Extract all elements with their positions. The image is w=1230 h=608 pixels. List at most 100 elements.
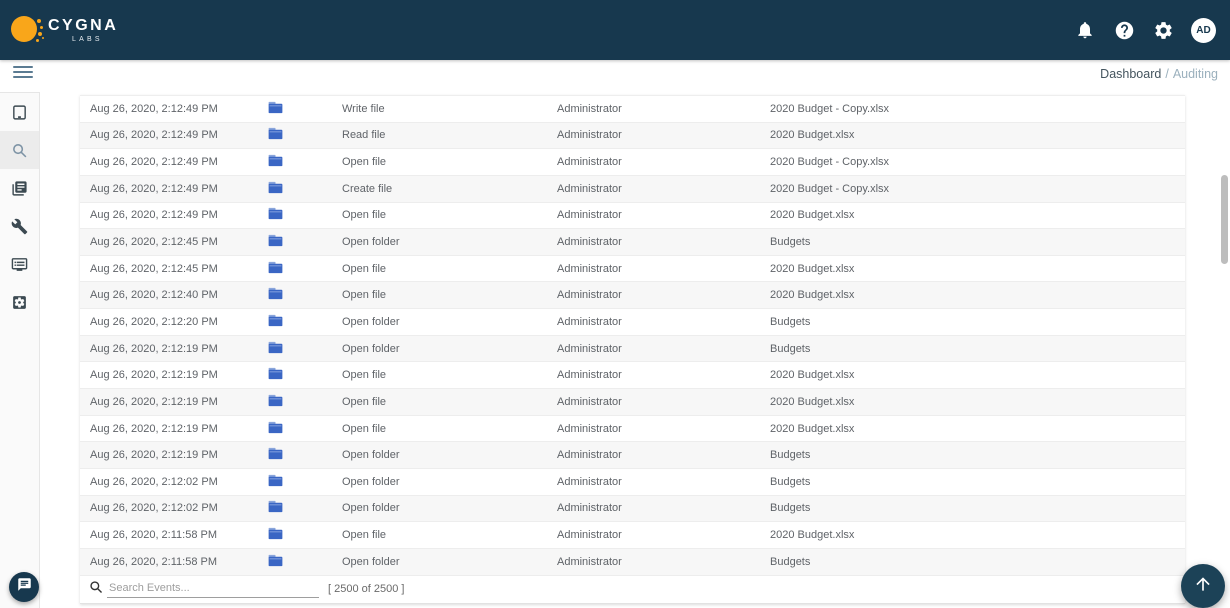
- event-timestamp: Aug 26, 2020, 2:12:19 PM: [90, 369, 218, 382]
- folder-icon: [268, 367, 283, 383]
- event-operation: Open file: [342, 289, 387, 302]
- event-timestamp: Aug 26, 2020, 2:12:02 PM: [90, 502, 218, 515]
- breadcrumb-dashboard[interactable]: Dashboard: [1100, 67, 1161, 81]
- event-operation: Open folder: [342, 342, 400, 355]
- sidebar-item-reports[interactable]: [0, 169, 39, 207]
- folder-icon: [268, 341, 283, 357]
- folder-icon: [268, 234, 283, 250]
- sidebar-item-devices[interactable]: [0, 93, 39, 131]
- vertical-scrollbar-thumb[interactable]: [1221, 175, 1228, 264]
- event-target: Budgets: [770, 555, 811, 568]
- table-row[interactable]: Aug 26, 2020, 2:12:49 PM Create file Adm…: [80, 175, 1185, 203]
- event-target: Budgets: [770, 502, 811, 515]
- sidebar-nav: [0, 92, 40, 608]
- event-target: Budgets: [770, 475, 811, 488]
- event-icon-cell: [268, 154, 342, 170]
- folder-icon: [268, 421, 283, 437]
- event-operation: Open file: [342, 369, 387, 382]
- event-target: 2020 Budget - Copy.xlsx: [770, 182, 890, 195]
- logo-mark-icon: [11, 16, 44, 44]
- event-icon-cell: [268, 554, 342, 570]
- table-row[interactable]: Aug 26, 2020, 2:12:19 PM Open file Admin…: [80, 389, 1185, 416]
- event-timestamp: Aug 26, 2020, 2:12:20 PM: [90, 315, 218, 328]
- table-row[interactable]: Aug 26, 2020, 2:11:58 PM Open folder Adm…: [80, 548, 1185, 576]
- event-target: 2020 Budget.xlsx: [770, 209, 855, 222]
- event-target: Budgets: [770, 342, 811, 355]
- table-row[interactable]: Aug 26, 2020, 2:12:19 PM Open folder Adm…: [80, 335, 1185, 363]
- table-row[interactable]: Aug 26, 2020, 2:12:45 PM Open file Admin…: [80, 255, 1185, 283]
- folder-icon: [268, 287, 283, 303]
- event-operation: Open file: [342, 395, 387, 408]
- event-operation: Open folder: [342, 449, 400, 462]
- scroll-to-top-button[interactable]: [1181, 564, 1225, 608]
- breadcrumb-auditing: Auditing: [1172, 67, 1218, 81]
- table-row[interactable]: Aug 26, 2020, 2:12:19 PM Open folder Adm…: [80, 442, 1185, 469]
- event-timestamp: Aug 26, 2020, 2:12:45 PM: [90, 236, 218, 249]
- event-icon-cell: [268, 474, 342, 490]
- settings-icon[interactable]: [1152, 19, 1174, 41]
- event-target: 2020 Budget.xlsx: [770, 529, 855, 542]
- event-icon-cell: [268, 234, 342, 250]
- event-icon-cell: [268, 314, 342, 330]
- arrow-up-icon: [1193, 574, 1213, 599]
- table-row[interactable]: Aug 26, 2020, 2:12:49 PM Open file Admin…: [80, 149, 1185, 176]
- event-icon-cell: [268, 341, 342, 357]
- avatar-initials: AD: [1196, 24, 1211, 36]
- event-icon-cell: [268, 207, 342, 223]
- folder-icon: [268, 314, 283, 330]
- app-settings-icon: [11, 294, 28, 311]
- event-icon-cell: [268, 447, 342, 463]
- event-target: 2020 Budget.xlsx: [770, 262, 855, 275]
- monitor-icon: [11, 256, 28, 273]
- table-row[interactable]: Aug 26, 2020, 2:12:02 PM Open folder Adm…: [80, 468, 1185, 496]
- table-row[interactable]: Aug 26, 2020, 2:12:02 PM Open folder Adm…: [80, 495, 1185, 523]
- table-row[interactable]: Aug 26, 2020, 2:12:19 PM Open file Admin…: [80, 362, 1185, 390]
- folder-icon: [268, 181, 283, 197]
- table-row[interactable]: Aug 26, 2020, 2:12:49 PM Open file Admin…: [80, 202, 1185, 230]
- event-target: 2020 Budget.xlsx: [770, 369, 855, 382]
- event-operation: Open folder: [342, 475, 400, 488]
- table-row[interactable]: Aug 26, 2020, 2:12:45 PM Open folder Adm…: [80, 229, 1185, 256]
- sidebar-item-tools[interactable]: [0, 207, 39, 245]
- table-row[interactable]: Aug 26, 2020, 2:11:58 PM Open file Admin…: [80, 522, 1185, 549]
- event-target: 2020 Budget.xlsx: [770, 129, 855, 142]
- event-timestamp: Aug 26, 2020, 2:12:49 PM: [90, 156, 218, 169]
- table-row[interactable]: Aug 26, 2020, 2:12:20 PM Open folder Adm…: [80, 309, 1185, 336]
- event-user: Administrator: [557, 209, 622, 222]
- table-row[interactable]: Aug 26, 2020, 2:12:49 PM Read file Admin…: [80, 122, 1185, 150]
- event-target: Budgets: [770, 449, 811, 462]
- table-row[interactable]: Aug 26, 2020, 2:12:49 PM Write file Admi…: [80, 96, 1185, 123]
- search-events-input[interactable]: [107, 580, 319, 599]
- event-operation: Open folder: [342, 315, 400, 328]
- event-icon-cell: [268, 181, 342, 197]
- sidebar-item-monitor[interactable]: [0, 245, 39, 283]
- table-footer: [ 2500 of 2500 ]: [80, 575, 1185, 604]
- event-timestamp: Aug 26, 2020, 2:12:49 PM: [90, 209, 218, 222]
- chat-button[interactable]: [9, 572, 39, 602]
- sidebar-item-search[interactable]: [0, 131, 39, 169]
- table-row[interactable]: Aug 26, 2020, 2:12:40 PM Open file Admin…: [80, 282, 1185, 310]
- sidebar-item-app-settings[interactable]: [0, 283, 39, 321]
- event-icon-cell: [268, 527, 342, 543]
- event-user: Administrator: [557, 555, 622, 568]
- event-icon-cell: [268, 287, 342, 303]
- folder-icon: [268, 154, 283, 170]
- breadcrumb: Dashboard / Auditing: [1100, 67, 1218, 81]
- event-timestamp: Aug 26, 2020, 2:11:58 PM: [90, 555, 217, 568]
- event-operation: Write file: [342, 102, 385, 115]
- help-icon[interactable]: [1113, 19, 1135, 41]
- event-timestamp: Aug 26, 2020, 2:12:45 PM: [90, 262, 218, 275]
- folder-icon: [268, 127, 283, 143]
- event-user: Administrator: [557, 315, 622, 328]
- user-avatar[interactable]: AD: [1191, 17, 1216, 43]
- event-user: Administrator: [557, 502, 622, 515]
- folder-icon: [268, 554, 283, 570]
- table-row[interactable]: Aug 26, 2020, 2:12:19 PM Open file Admin…: [80, 415, 1185, 443]
- notifications-icon[interactable]: [1074, 19, 1096, 41]
- menu-icon[interactable]: [13, 66, 33, 82]
- event-operation: Open file: [342, 422, 387, 435]
- event-timestamp: Aug 26, 2020, 2:12:49 PM: [90, 182, 218, 195]
- event-icon-cell: [268, 500, 342, 516]
- event-user: Administrator: [557, 422, 622, 435]
- event-target: 2020 Budget.xlsx: [770, 289, 855, 302]
